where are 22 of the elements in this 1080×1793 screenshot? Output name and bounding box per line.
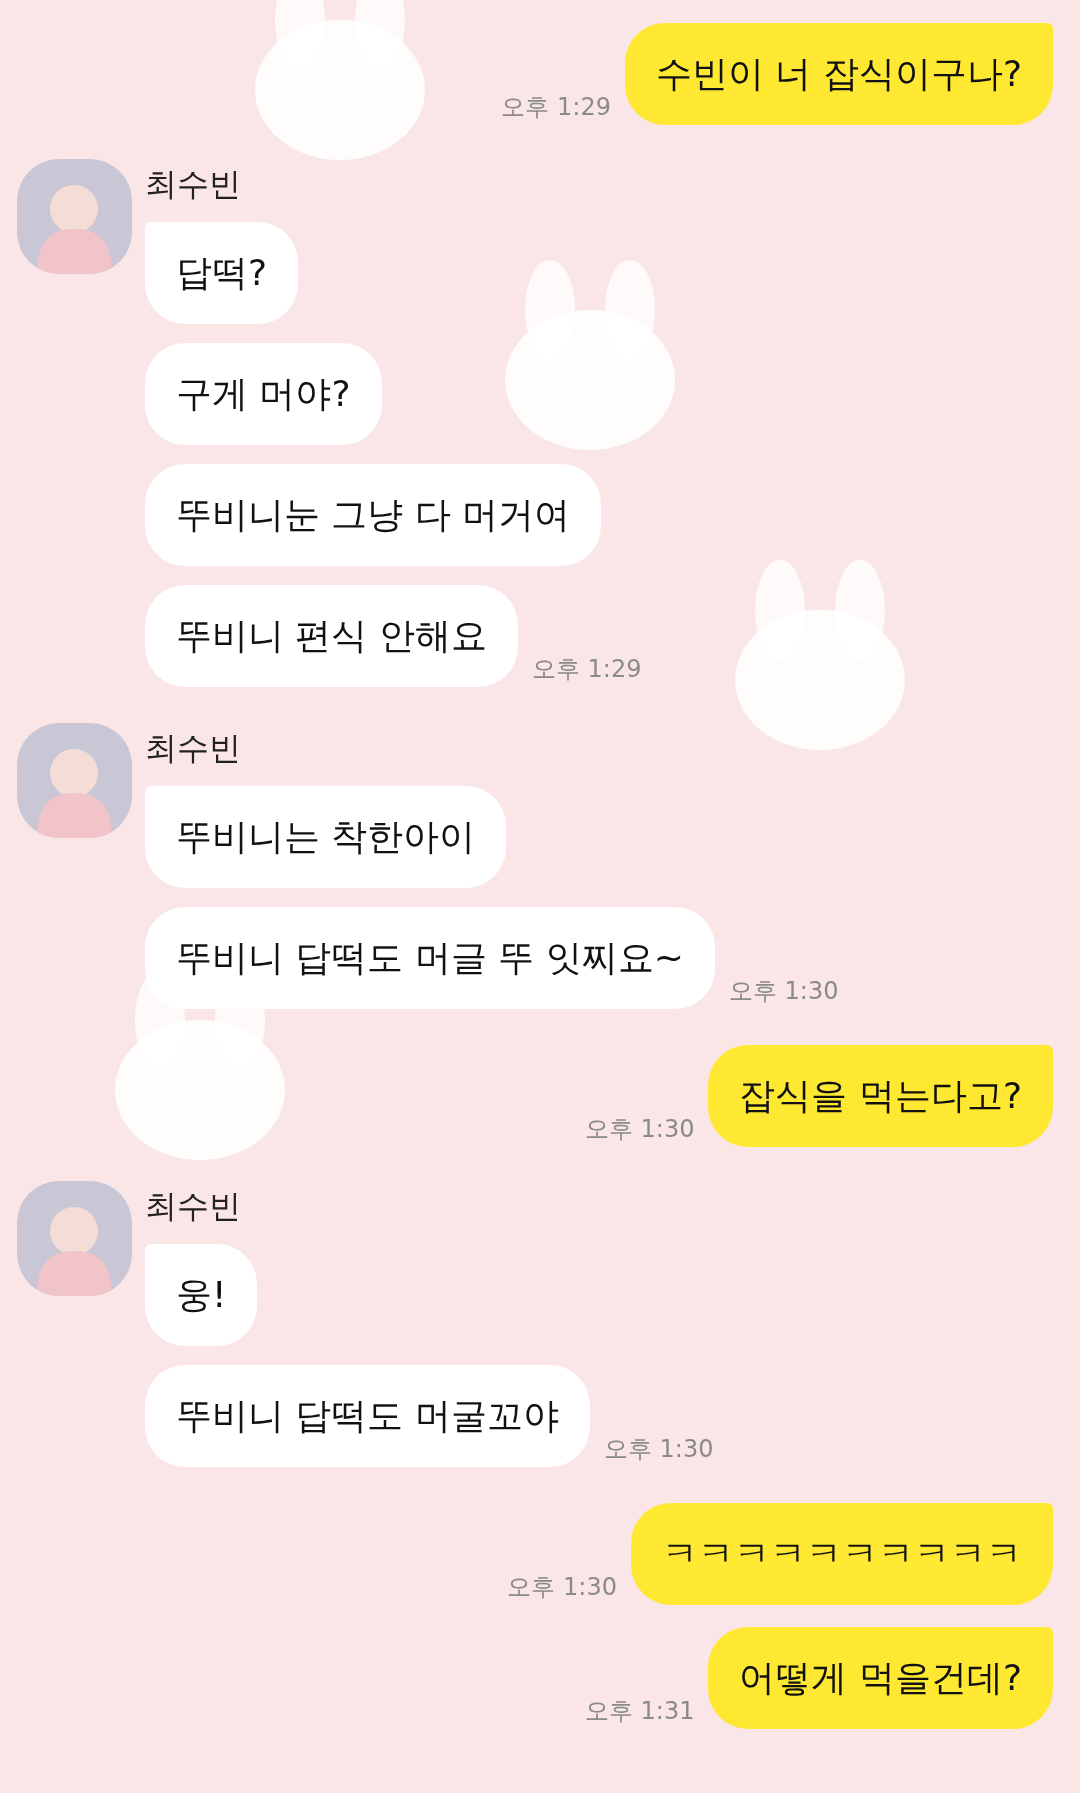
message-bubble: 구게 머야? xyxy=(145,343,382,445)
timestamp: 오후 1:29 xyxy=(531,654,642,685)
message-bubble: 뚜비니 편식 안해요 xyxy=(145,585,518,687)
timestamp: 오후 1:31 xyxy=(584,1696,695,1727)
timestamp: 오후 1:30 xyxy=(603,1434,714,1465)
message-bubble: 웅! xyxy=(145,1244,258,1346)
timestamp: 오후 1:30 xyxy=(728,976,839,1007)
message-bubble: 뚜비니 답떡도 머굴꼬야 xyxy=(145,1365,590,1467)
timestamp: 오후 1:29 xyxy=(501,92,611,123)
timestamp: 오후 1:30 xyxy=(584,1114,695,1145)
timestamp: 오후 1:30 xyxy=(507,1572,617,1603)
sender-name: 최수빈 xyxy=(145,1186,242,1227)
sender-name: 최수빈 xyxy=(145,728,242,769)
message-bubble: 뚜비니는 착한아이 xyxy=(145,786,507,888)
message-bubble: 뚜비니 답떡도 머글 뚜 잇찌요~ xyxy=(145,907,715,1009)
message-bubble: 어떻게 먹을건데? xyxy=(708,1627,1053,1729)
message-bubble: 뚜비니눈 그냥 다 머거여 xyxy=(145,464,602,566)
sender-name: 최수빈 xyxy=(145,164,242,205)
message-bubble: 수빈이 너 잡식이구나? xyxy=(625,23,1053,125)
message-bubble: ㅋㅋㅋㅋㅋㅋㅋㅋㅋㅋ xyxy=(631,1503,1053,1605)
message-bubble: 답떡? xyxy=(145,222,299,324)
message-bubble: 잡식을 먹는다고? xyxy=(708,1045,1053,1147)
